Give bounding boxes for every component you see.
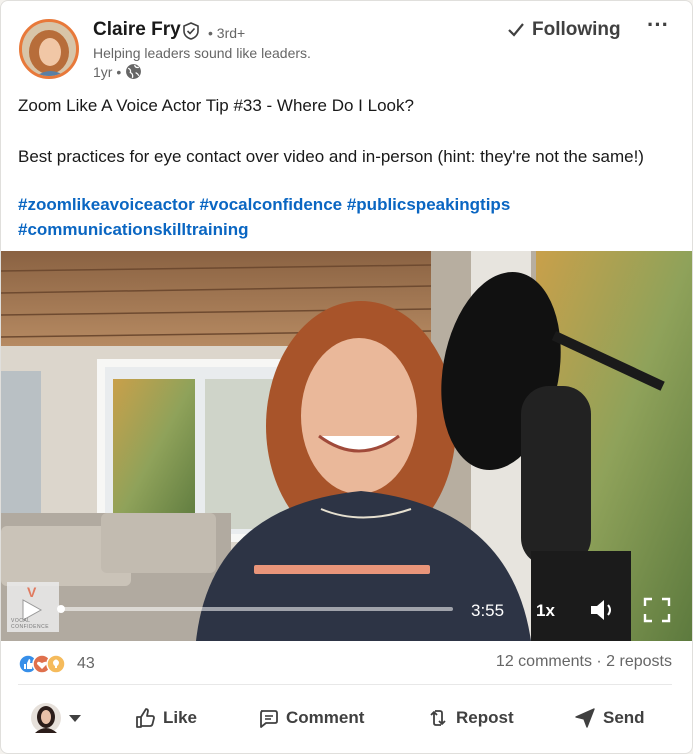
watermark-text: VOCAL CONFIDENCE [11,618,50,630]
check-icon [508,23,524,37]
hashtag-row-2: #communicationskilltraining [18,220,249,240]
thumbs-up-icon [136,708,155,728]
progress-handle[interactable] [57,605,65,613]
author-name[interactable]: Claire Fry [93,19,181,41]
connection-degree: • 3rd+ [208,25,246,41]
following-label: Following [532,19,621,40]
send-button[interactable]: Send [574,695,645,741]
send-label: Send [603,708,645,727]
post-text-line-1: Zoom Like A Voice Actor Tip #33 - Where … [18,96,414,115]
author-headline: Helping leaders sound like leaders. [93,45,311,61]
playback-speed-button[interactable]: 1x [536,601,555,621]
author-avatar[interactable] [19,19,79,79]
play-button[interactable]: V VOCAL CONFIDENCE [7,582,59,632]
reaction-icons [18,654,66,674]
repost-label: Repost [456,708,514,727]
hashtag-link[interactable]: #vocalconfidence [199,195,342,214]
post-meta: 1yr • [93,63,142,80]
avatar-photo [22,22,76,76]
post-time: 1yr • [93,63,122,80]
reactions-summary[interactable]: 43 [18,653,95,675]
reaction-as-selector[interactable] [31,695,82,741]
globe-icon [126,64,142,79]
post-text-line-2: Best practices for eye contact over vide… [18,147,644,166]
send-icon [575,708,595,728]
more-options-button[interactable]: ··· [643,13,673,43]
comment-button[interactable]: Comment [257,695,364,741]
feed-post-card: Claire Fry • 3rd+ Helping leaders sound … [0,0,693,754]
hashtag-link[interactable]: #publicspeakingtips [347,195,510,214]
like-button[interactable]: Like [134,695,197,741]
verified-shield-icon [183,22,199,40]
action-bar: Like Comment Repost Send [1,695,692,741]
fullscreen-icon[interactable] [643,597,671,623]
watermark-letter: V [27,584,37,600]
video-controls: V VOCAL CONFIDENCE 3:55 1x [1,565,692,641]
repost-icon [430,710,446,726]
progress-track[interactable] [61,607,453,611]
comment-label: Comment [286,708,365,727]
following-button[interactable]: Following [506,15,621,45]
chevron-down-icon [69,715,81,722]
like-label: Like [163,708,198,727]
divider [18,684,672,685]
video-duration: 3:55 [471,601,505,620]
comment-icon [260,710,278,728]
reaction-count: 43 [77,655,95,672]
comments-reposts-count[interactable]: 12 comments · 2 reposts [496,653,672,671]
hashtag-row-1: #zoomlikeavoiceactor #vocalconfidence #p… [18,195,510,215]
hashtag-link[interactable]: #zoomlikeavoiceactor [18,195,195,214]
caption-bar [254,565,430,574]
ellipsis-icon: ··· [647,12,669,37]
repost-button[interactable]: Repost [427,695,514,741]
hashtag-link[interactable]: #communicationskilltraining [18,220,249,239]
actor-avatar [31,703,61,733]
volume-icon[interactable] [589,597,617,623]
